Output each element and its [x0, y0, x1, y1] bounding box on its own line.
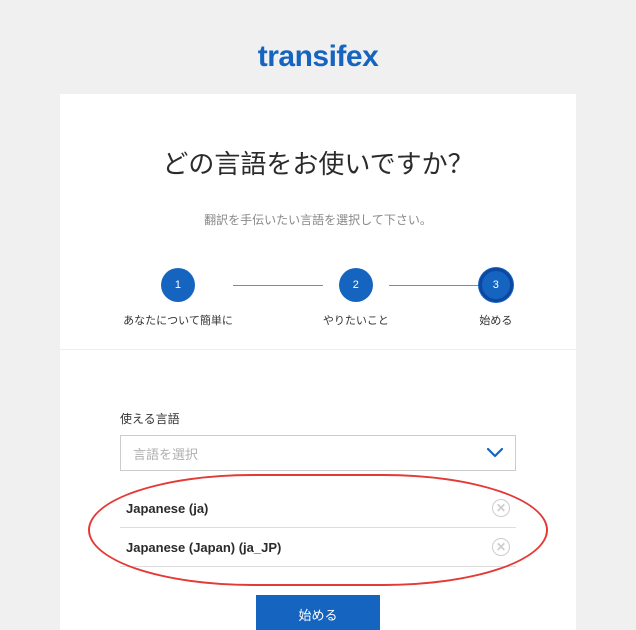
- page-subtitle: 翻訳を手伝いたい言語を選択して下さい。: [60, 211, 576, 228]
- step-connector: [233, 285, 323, 286]
- chevron-down-icon: [487, 445, 503, 461]
- step-connector: [389, 285, 479, 286]
- remove-icon[interactable]: ✕: [492, 499, 510, 517]
- step-1-circle[interactable]: 1: [161, 268, 195, 302]
- language-select[interactable]: 言語を選択: [120, 435, 516, 471]
- brand-logo: transifex: [0, 40, 636, 74]
- stepper: 1 あなたについて簡単に 2 やりたいこと 3 始める: [60, 268, 576, 350]
- language-name: Japanese (Japan) (ja_JP): [126, 540, 281, 555]
- start-button[interactable]: 始める: [256, 595, 379, 630]
- step-3-circle[interactable]: 3: [479, 268, 513, 302]
- language-field-label: 使える言語: [120, 410, 516, 427]
- step-1-label: あなたについて簡単に: [123, 314, 233, 329]
- page-title: どの言語をお使いですか？: [60, 144, 576, 181]
- remove-icon[interactable]: ✕: [492, 538, 510, 556]
- select-placeholder: 言語を選択: [133, 444, 198, 463]
- step-2-label: やりたいこと: [323, 314, 389, 329]
- list-item: Japanese (ja) ✕: [120, 489, 516, 528]
- step-3-label: 始める: [479, 314, 512, 329]
- onboarding-card: どの言語をお使いですか？ 翻訳を手伝いたい言語を選択して下さい。 1 あなたにつ…: [60, 94, 576, 630]
- language-name: Japanese (ja): [126, 501, 208, 516]
- selected-language-list: Japanese (ja) ✕ Japanese (Japan) (ja_JP)…: [120, 489, 516, 567]
- list-item: Japanese (Japan) (ja_JP) ✕: [120, 528, 516, 567]
- step-2-circle[interactable]: 2: [339, 268, 373, 302]
